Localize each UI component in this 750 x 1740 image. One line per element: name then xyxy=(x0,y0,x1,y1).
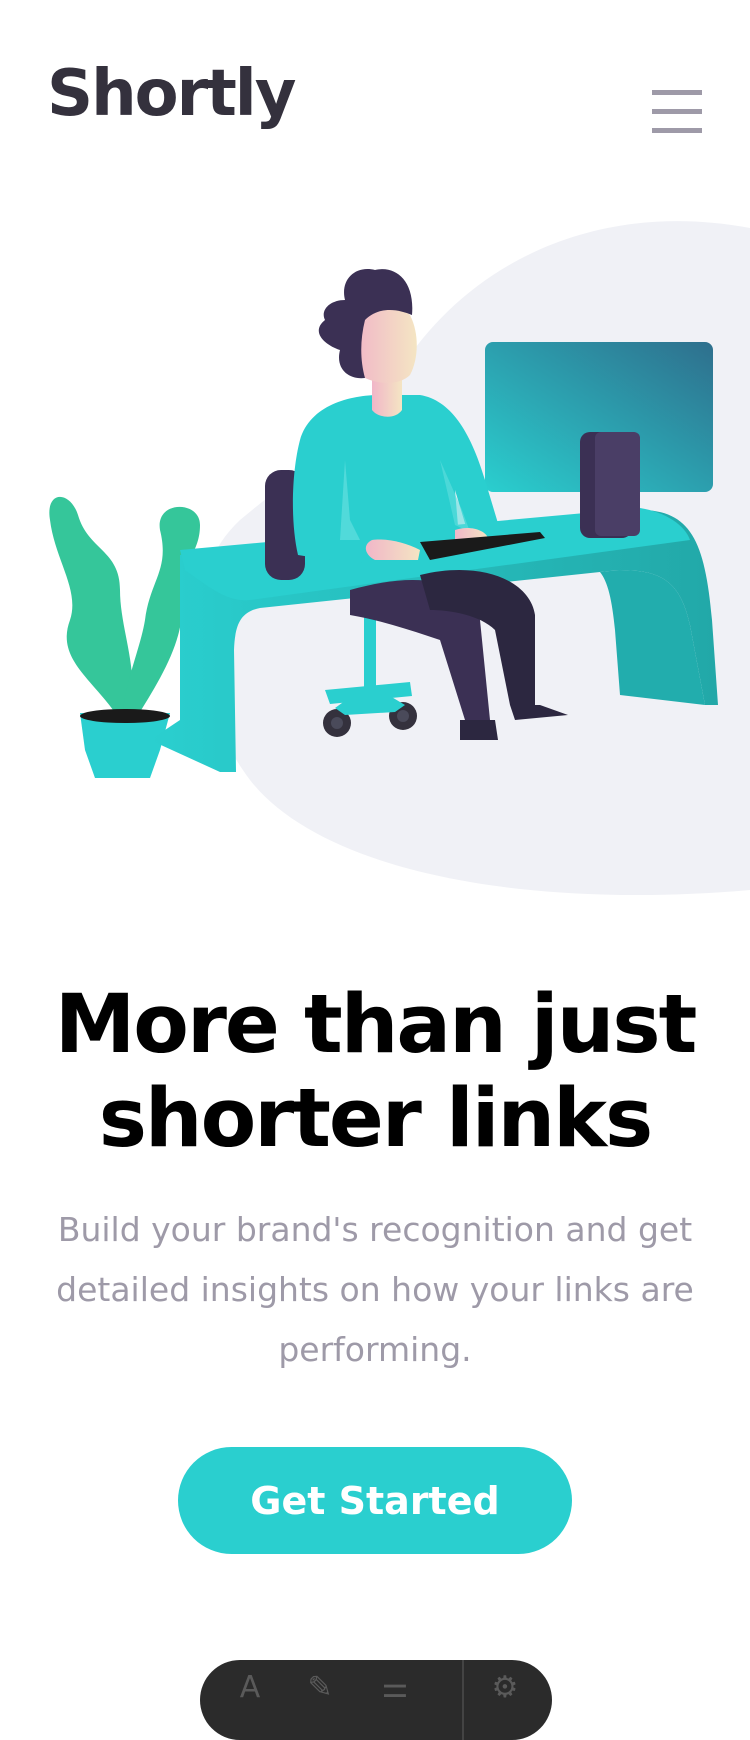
headline-line-1: More than just xyxy=(54,978,698,1072)
logo[interactable]: Shortly xyxy=(47,62,296,126)
menu-line-top xyxy=(652,90,702,95)
get-started-button[interactable]: Get Started xyxy=(178,1447,572,1554)
brush-icon[interactable]: ✎ xyxy=(300,1668,340,1708)
menu-line-middle xyxy=(652,109,702,114)
menu-line-bottom xyxy=(652,128,702,133)
floating-toolbar: A ✎ ⚌ ⚙ xyxy=(200,1660,552,1740)
person-working-at-desk-illustration xyxy=(49,221,750,896)
hero-headline: More than just shorter links xyxy=(0,978,750,1166)
site-header: Shortly xyxy=(0,0,750,200)
settings-icon[interactable]: ⚙ xyxy=(485,1668,525,1708)
headline-line-2: shorter links xyxy=(98,1072,654,1166)
hero-description: Build your brand's recognition and get d… xyxy=(56,1210,694,1369)
text-tool-icon[interactable]: A xyxy=(230,1668,270,1708)
toolbar-separator xyxy=(462,1660,464,1740)
adjust-icon[interactable]: ⚌ xyxy=(375,1668,415,1708)
hamburger-menu-icon[interactable] xyxy=(652,90,702,134)
